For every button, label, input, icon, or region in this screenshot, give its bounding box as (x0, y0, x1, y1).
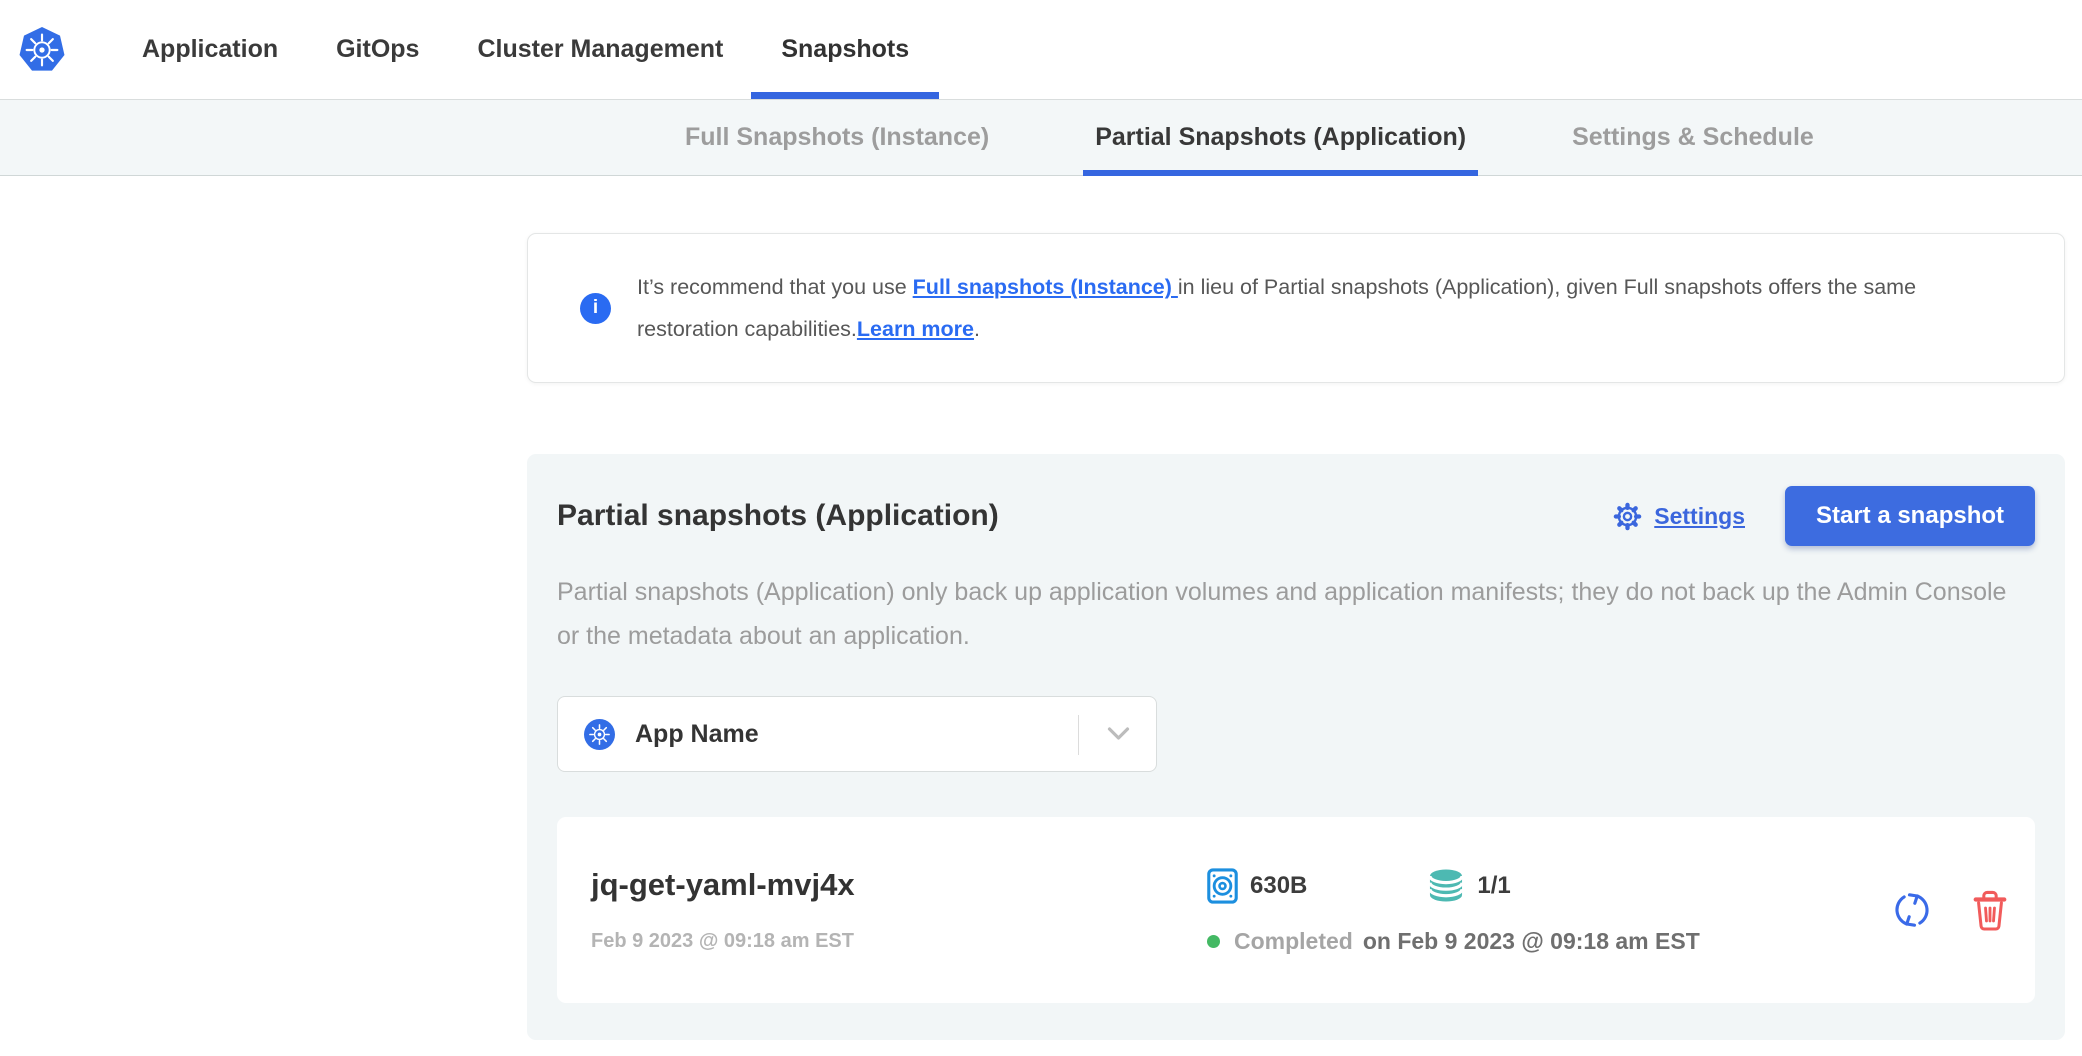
partial-snapshots-panel: Partial snapshots (Application) (527, 454, 2065, 1040)
volumes-group: 1/1 (1427, 868, 1510, 903)
top-nav: Application GitOps Cluster Management Sn… (0, 0, 2082, 99)
volume-size-icon (1207, 868, 1238, 904)
topnav-item-snapshots[interactable]: Snapshots (781, 0, 909, 99)
snapshot-metrics-top: 630B 1/1 (1207, 866, 1700, 906)
top-nav-items: Application GitOps Cluster Management Sn… (142, 0, 909, 99)
banner-text-part3: . (974, 317, 980, 341)
gear-icon[interactable] (1612, 501, 1643, 532)
panel-description: Partial snapshots (Application) only bac… (557, 570, 2035, 658)
snapshot-metrics: 630B 1/1 (1207, 866, 1700, 955)
info-banner: i It’s recommend that you use Full snaps… (527, 233, 2065, 383)
snapshot-started-date: Feb 9 2023 @ 09:18 am EST (591, 930, 1207, 953)
panel-actions: Settings Start a snapshot (1612, 486, 2035, 546)
info-banner-text: It’s recommend that you use Full snapsho… (637, 266, 2018, 350)
page-title: Partial snapshots (Application) (557, 499, 999, 533)
snapshot-name: jq-get-yaml-mvj4x (591, 867, 1207, 903)
snapshot-card: jq-get-yaml-mvj4x Feb 9 2023 @ 09:18 am … (557, 817, 2035, 1003)
start-snapshot-button[interactable]: Start a snapshot (1785, 486, 2035, 546)
delete-icon[interactable] (1971, 888, 2009, 932)
status-finished-date: on Feb 9 2023 @ 09:18 am EST (1363, 928, 1700, 955)
settings-link[interactable]: Settings (1654, 503, 1745, 530)
status-dot-icon (1207, 935, 1220, 948)
snapshot-info: jq-get-yaml-mvj4x Feb 9 2023 @ 09:18 am … (591, 867, 1207, 953)
full-snapshots-link[interactable]: Full snapshots (Instance) (913, 275, 1178, 299)
restore-icon[interactable] (1889, 887, 1935, 933)
kubernetes-logo-icon[interactable] (18, 26, 66, 74)
topnav-item-application[interactable]: Application (142, 0, 278, 99)
subnav-tab-partial-snapshots[interactable]: Partial Snapshots (Application) (1095, 100, 1466, 175)
subnav-tab-settings-schedule[interactable]: Settings & Schedule (1572, 100, 1814, 175)
snapshots-sub-nav: Full Snapshots (Instance) Partial Snapsh… (0, 99, 2082, 176)
learn-more-link[interactable]: Learn more (857, 317, 974, 341)
app-name-value: App Name (635, 720, 759, 749)
banner-text-part1: It’s recommend that you use (637, 275, 913, 299)
app-name-select[interactable]: App Name (557, 696, 1157, 772)
panel-header: Partial snapshots (Application) (557, 486, 2035, 546)
volumes-count: 1/1 (1477, 872, 1510, 900)
select-divider (1078, 715, 1079, 755)
subnav-tab-full-snapshots[interactable]: Full Snapshots (Instance) (685, 100, 989, 175)
chevron-down-icon[interactable] (1107, 727, 1130, 742)
snapshot-status-row: Completed on Feb 9 2023 @ 09:18 am EST (1207, 928, 1700, 955)
kubernetes-app-icon (584, 719, 615, 750)
topnav-item-gitops[interactable]: GitOps (336, 0, 419, 99)
topnav-item-cluster-management[interactable]: Cluster Management (477, 0, 723, 99)
snapshot-actions (1889, 887, 2009, 933)
database-icon (1427, 868, 1465, 903)
status-badge: Completed (1234, 928, 1353, 955)
info-icon: i (580, 293, 611, 324)
snapshot-size: 630B (1250, 872, 1307, 900)
